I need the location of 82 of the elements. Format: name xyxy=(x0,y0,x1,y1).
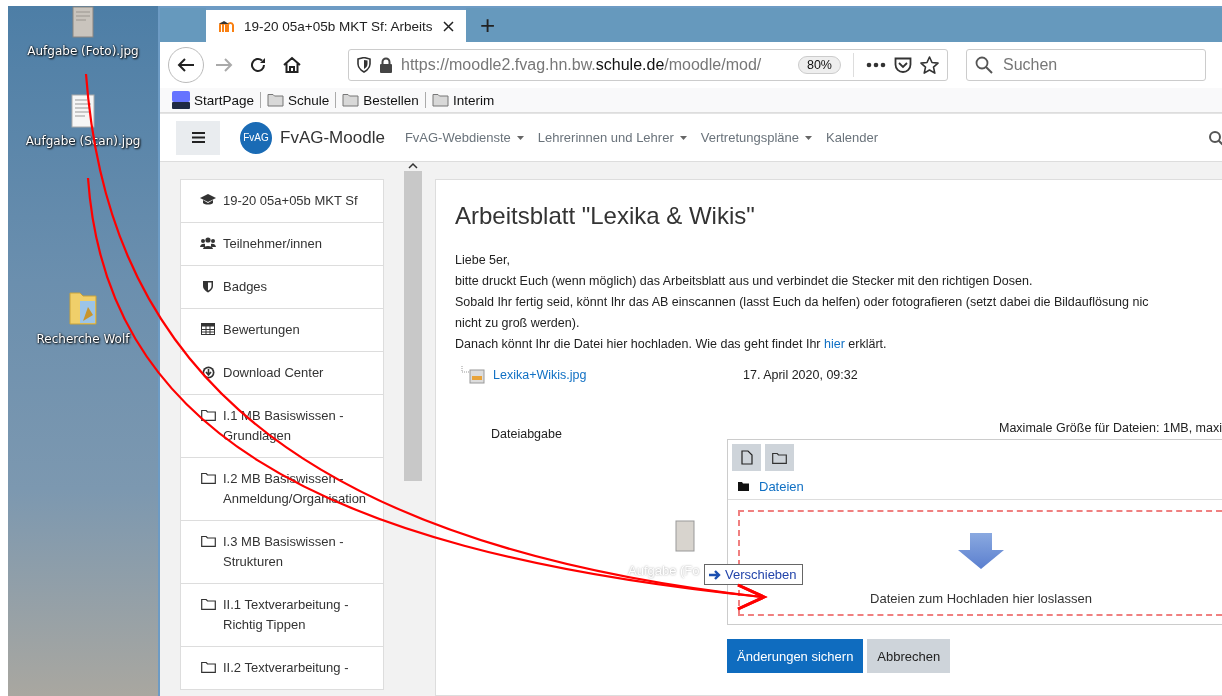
folder-icon xyxy=(200,661,216,673)
shield-icon xyxy=(357,57,371,73)
add-file-button[interactable] xyxy=(732,444,761,471)
course-nav-item[interactable]: Download Center xyxy=(180,352,384,395)
course-nav-item[interactable]: 19-20 05a+05b MKT Sf xyxy=(180,179,384,223)
down-arrow-icon xyxy=(958,533,1004,569)
field-label: Dateiabgabe xyxy=(491,427,562,441)
bookmark[interactable]: Bestellen xyxy=(342,92,419,108)
shield-icon xyxy=(202,280,214,293)
nav-menu-item[interactable]: Lehrerinnen und Lehrer xyxy=(537,130,687,145)
cancel-button[interactable]: Abbrechen xyxy=(867,639,951,673)
image-file-icon xyxy=(461,366,485,384)
nav-menu-item[interactable]: FvAG-Webdienste xyxy=(404,130,524,145)
moodle-favicon-icon xyxy=(218,20,236,32)
bookmark[interactable]: Schule xyxy=(267,92,330,108)
reload-icon xyxy=(249,56,267,74)
new-tab-button[interactable]: + xyxy=(466,8,510,42)
folder-icon xyxy=(772,451,787,464)
url-text: https://moodle2.fvag.hn.bw.schule.de/moodle/mod/ xyxy=(401,56,763,74)
table-icon xyxy=(201,323,215,335)
bookmark[interactable]: StartPage xyxy=(172,91,255,109)
home-icon xyxy=(283,56,301,74)
scroll-up-icon[interactable] xyxy=(408,162,418,169)
file-link[interactable]: Lexika+Wikis.jpg xyxy=(493,368,743,382)
page-title: Arbeitsblatt "Lexika & Wikis" xyxy=(455,202,756,230)
course-nav-item[interactable]: Teilnehmer/innen xyxy=(180,223,384,266)
menu-icon xyxy=(191,132,205,143)
lock-icon xyxy=(379,57,393,73)
caret-icon xyxy=(679,135,687,140)
document-file-icon xyxy=(71,94,95,128)
create-folder-button[interactable] xyxy=(765,444,794,471)
arrow-icon xyxy=(708,568,722,581)
download-icon xyxy=(201,366,215,379)
browser-tab[interactable]: 19-20 05a+05b MKT Sf: Arbeits xyxy=(206,8,466,42)
photo-file-icon xyxy=(72,6,94,38)
startpage-icon xyxy=(172,91,190,109)
nav-menu-item[interactable]: Kalender xyxy=(826,130,879,145)
course-nav-item[interactable]: II.1 Textverarbeitung - Richtig Tippen xyxy=(180,584,384,647)
pocket-icon[interactable] xyxy=(894,56,912,74)
site-logo[interactable]: FvAG xyxy=(240,121,272,154)
instructions-text: Liebe 5er, bitte druckt Euch (wenn möglich) das Arbeitsblatt aus und verbindet die Stecker mit den richtigen Dosen. Sobald Ihr fertig seid, könnt Ihr das AB einscannen (lasst Euch da helfen) oder fotografieren (setzt dabei die Bildauflösung nic nicht zu groß werden). Danach könnt Ihr die Datei hier hochladen. Wie das geht findet Ihr hier erklärt. xyxy=(455,252,1150,353)
course-nav-item[interactable]: I.3 MB Basiswissen - Strukturen xyxy=(180,521,384,584)
graduation-cap-icon xyxy=(200,194,216,206)
forward-arrow-icon xyxy=(215,57,233,73)
nav-menu-item[interactable]: Vertretungspläne xyxy=(700,130,813,145)
search-field[interactable]: Suchen xyxy=(966,49,1206,81)
file-icon xyxy=(740,450,753,465)
site-name-link[interactable]: FvAG-Moodle xyxy=(280,127,385,148)
users-icon xyxy=(200,237,216,249)
menu-button[interactable] xyxy=(176,120,220,155)
folder-icon xyxy=(738,482,749,491)
zoom-level-button[interactable]: 80% xyxy=(797,56,841,74)
folder-icon xyxy=(267,93,285,107)
folder-icon xyxy=(200,409,216,421)
course-nav-item[interactable]: II.2 Textverarbeitung - xyxy=(180,647,384,690)
folder-icon xyxy=(342,93,360,107)
drag-tooltip: Verschieben xyxy=(704,564,803,585)
drop-hint: Dateien zum Hochladen hier loslassen xyxy=(870,591,1092,606)
course-nav-item[interactable]: Bewertungen xyxy=(180,309,384,352)
folder-icon xyxy=(68,290,98,326)
address-bar[interactable]: https://moodle2.fvag.hn.bw.schule.de/moodle/mod/ 80% xyxy=(348,49,948,81)
back-button[interactable] xyxy=(168,47,204,83)
folder-icon xyxy=(200,535,216,547)
folder-icon xyxy=(431,93,449,107)
file-date: 17. April 2020, 09:32 xyxy=(743,368,858,382)
dragged-file-icon xyxy=(675,520,695,552)
folder-icon xyxy=(200,598,216,610)
star-icon[interactable] xyxy=(920,56,939,74)
desktop-icon-label[interactable]: Aufgabe (Foto).jpg xyxy=(27,44,139,58)
caret-icon xyxy=(516,135,524,140)
course-nav-item[interactable]: Badges xyxy=(180,266,384,309)
max-size-text: Maximale Größe für Dateien: 1MB, maxi xyxy=(998,421,1222,435)
bookmark[interactable]: Interim xyxy=(431,92,495,108)
search-icon[interactable] xyxy=(1208,129,1222,146)
folder-icon xyxy=(200,472,216,484)
back-arrow-icon xyxy=(177,57,195,73)
help-link[interactable]: hier xyxy=(824,337,845,351)
more-icon[interactable] xyxy=(866,62,886,68)
save-button[interactable]: Änderungen sichern xyxy=(727,639,864,673)
folder-link[interactable]: Dateien xyxy=(759,479,804,494)
close-icon[interactable] xyxy=(443,20,454,32)
caret-icon xyxy=(805,135,813,140)
